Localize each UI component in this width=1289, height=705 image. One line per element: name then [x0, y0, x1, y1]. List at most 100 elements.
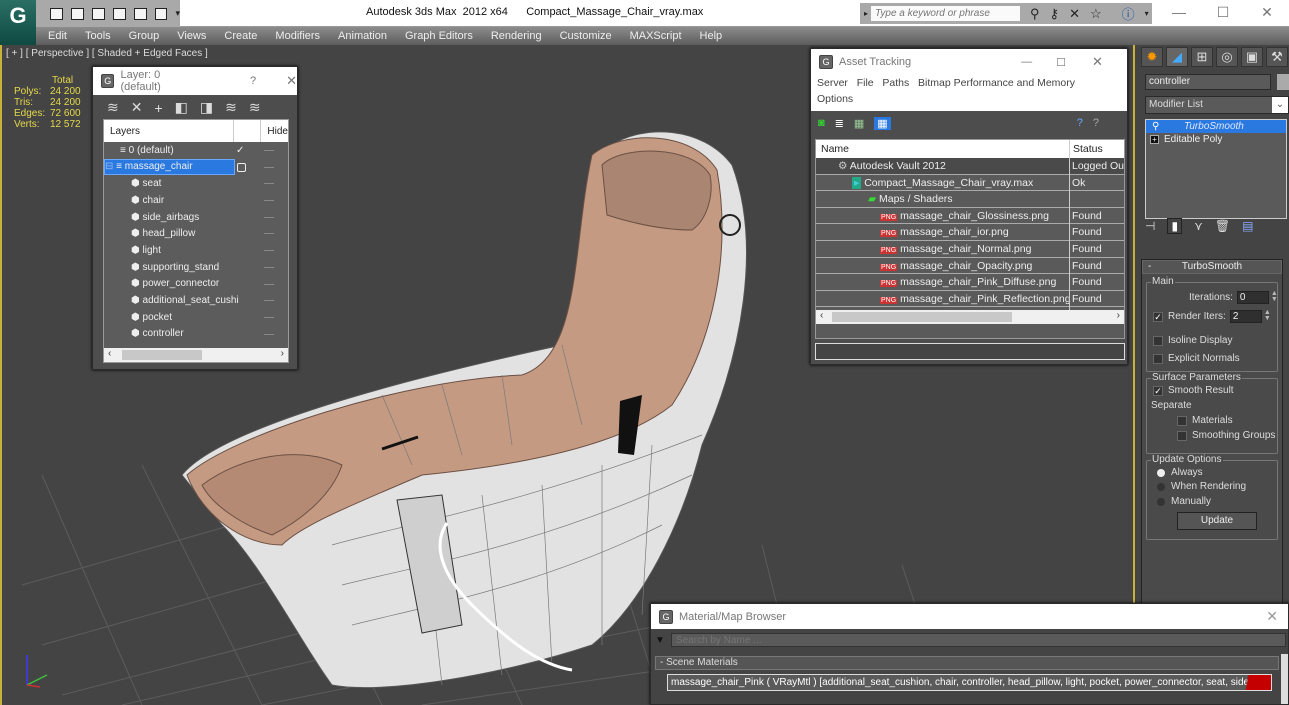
create-layer-icon[interactable]: ≋: [107, 99, 119, 116]
scroll-thumb[interactable]: [832, 312, 1012, 322]
explicit-normals-checkbox[interactable]: [1153, 353, 1163, 364]
material-item[interactable]: massage_chair_Pink ( VRayMtl ) [addition…: [667, 674, 1272, 691]
help-button[interactable]: ?: [250, 75, 256, 87]
render-iters-spinner[interactable]: 2: [1229, 310, 1262, 323]
menu-tools[interactable]: Tools: [85, 30, 111, 42]
redo-icon[interactable]: [154, 7, 168, 20]
asset-row[interactable]: PNG massage_chair_Pink_Reflection.png Fou…: [816, 291, 1124, 308]
render-iters-checkbox[interactable]: ✓: [1153, 311, 1163, 322]
configure-modifier-sets-icon[interactable]: ▤: [1242, 219, 1253, 233]
isoline-display-checkbox[interactable]: [1153, 335, 1163, 346]
menu-modifiers[interactable]: Modifiers: [275, 30, 320, 42]
menu-views[interactable]: Views: [177, 30, 206, 42]
asset-row[interactable]: ▸ Compact_Massage_Chair_vray.max Ok: [816, 175, 1124, 192]
layer-row[interactable]: ⬢ light: [104, 242, 288, 259]
hide-toggle[interactable]: [264, 283, 274, 285]
update-always-option[interactable]: Always: [1157, 467, 1203, 478]
asset-row[interactable]: PNG massage_chair_ior.png Found: [816, 224, 1124, 241]
close-button[interactable]: ✕: [1245, 0, 1289, 27]
menu-server[interactable]: Server: [817, 77, 848, 89]
rollout-header[interactable]: - TurboSmooth: [1142, 260, 1282, 274]
freeze-all-icon[interactable]: ≋: [249, 99, 261, 116]
radio-button[interactable]: [1157, 468, 1165, 477]
spinner-arrows-icon[interactable]: ▲ ▼: [1264, 309, 1272, 323]
highlight-layer-icon[interactable]: ◨: [200, 99, 213, 116]
motion-tab-icon[interactable]: ◎: [1216, 47, 1238, 67]
layer-row[interactable]: ⬢ supporting_stand: [104, 259, 288, 276]
light-bulb-icon[interactable]: ⚲: [1152, 120, 1159, 133]
menu-help[interactable]: Help: [700, 30, 723, 42]
minimize-button[interactable]: —: [1157, 0, 1201, 27]
hide-all-icon[interactable]: ≋: [225, 99, 237, 116]
materials-checkbox[interactable]: [1177, 415, 1187, 426]
asset-row[interactable]: PNG massage_chair_Opacity.png Found: [816, 258, 1124, 275]
update-manually-option[interactable]: Manually: [1157, 496, 1211, 507]
help-icon[interactable]: ?: [1093, 117, 1099, 129]
scroll-left-icon[interactable]: ‹: [820, 310, 823, 321]
hierarchy-tab-icon[interactable]: ⊞: [1191, 47, 1213, 67]
show-end-result-icon[interactable]: ▮: [1167, 218, 1183, 234]
scroll-left-icon[interactable]: ‹: [108, 348, 111, 359]
collapse-icon[interactable]: -: [1148, 261, 1151, 273]
table-view-icon[interactable]: ▦: [874, 116, 891, 130]
asset-row[interactable]: ⚙ Autodesk Vault 2012 Logged Ou: [816, 158, 1124, 175]
menu-create[interactable]: Create: [224, 30, 257, 42]
layer-row[interactable]: ⬢ pocket: [104, 309, 288, 326]
hide-toggle[interactable]: [264, 250, 274, 252]
radio-button[interactable]: [1157, 482, 1165, 491]
expand-arrow-icon[interactable]: ▸: [864, 6, 868, 24]
layer-row[interactable]: ⬢ power_connector: [104, 276, 288, 293]
save-file-icon[interactable]: [70, 7, 84, 20]
scroll-right-icon[interactable]: ›: [1117, 310, 1120, 321]
column-status[interactable]: Status: [1073, 143, 1103, 155]
refresh-icon[interactable]: ◙: [818, 117, 825, 129]
open-file-icon[interactable]: [50, 7, 63, 20]
customize-dropdown-icon[interactable]: ▾: [175, 8, 180, 19]
stack-item-editable-poly[interactable]: + Editable Poly: [1146, 133, 1286, 146]
stack-item-turbosmooth[interactable]: ⚲ TurboSmooth: [1146, 120, 1286, 133]
update-when-rendering-option[interactable]: When Rendering: [1157, 481, 1246, 492]
utilities-tab-icon[interactable]: ⚒: [1266, 47, 1288, 67]
menu-file[interactable]: File: [857, 77, 874, 89]
layer-dialog-titlebar[interactable]: G Layer: 0 (default) ? ✕: [93, 67, 297, 95]
close-icon[interactable]: ✕: [286, 73, 297, 89]
smoothing-groups-checkbox[interactable]: [1177, 430, 1187, 441]
vertical-scrollbar[interactable]: [1281, 654, 1288, 704]
scroll-thumb[interactable]: [122, 350, 202, 360]
vault-help-icon[interactable]: ?: [1077, 117, 1083, 129]
radio-button[interactable]: [1157, 497, 1165, 506]
close-icon[interactable]: ✕: [1092, 54, 1103, 70]
options-dropdown-icon[interactable]: ▼: [655, 635, 665, 646]
layer-row[interactable]: ⬢ head_pillow: [104, 225, 288, 242]
current-layer-checkmark-icon[interactable]: ✓: [236, 145, 244, 156]
close-icon[interactable]: ✕: [1266, 608, 1278, 625]
layer-row[interactable]: ⊟ ≡ massage_chair: [104, 159, 288, 176]
favorites-star-icon[interactable]: ☆: [1090, 6, 1102, 22]
menu-options[interactable]: Options: [817, 93, 853, 105]
new-scene-icon[interactable]: [91, 7, 105, 20]
modify-tab-icon[interactable]: ◢: [1166, 47, 1188, 67]
horizontal-scrollbar[interactable]: ‹ ›: [104, 348, 288, 362]
layer-row[interactable]: ⬢ additional_seat_cushi: [104, 292, 288, 309]
set-current-checkbox[interactable]: [237, 162, 246, 172]
hide-toggle[interactable]: [264, 166, 274, 168]
hide-toggle[interactable]: [264, 233, 274, 235]
spinner-arrows-icon[interactable]: ▲ ▼: [1271, 290, 1279, 304]
app-menu-button[interactable]: G: [0, 0, 36, 45]
layer-row[interactable]: ≡ 0 (default) ✓: [104, 142, 288, 159]
material-search-input[interactable]: [670, 633, 1286, 647]
hide-toggle[interactable]: [264, 300, 274, 302]
hide-toggle[interactable]: [264, 183, 274, 185]
scroll-right-icon[interactable]: ›: [281, 348, 284, 359]
minimize-button[interactable]: —: [1021, 56, 1032, 68]
create-tab-icon[interactable]: ✹: [1141, 47, 1163, 67]
display-tab-icon[interactable]: ▣: [1241, 47, 1263, 67]
column-hide[interactable]: Hide: [267, 126, 288, 137]
chevron-down-icon[interactable]: ⌄: [1272, 97, 1288, 113]
remove-modifier-icon[interactable]: 🗑: [1215, 219, 1230, 233]
menu-paths[interactable]: Paths: [882, 77, 909, 89]
layer-row[interactable]: ⬢ controller: [104, 326, 288, 343]
asset-dialog-titlebar[interactable]: G Asset Tracking — ☐ ✕: [811, 49, 1127, 75]
menu-group[interactable]: Group: [129, 30, 160, 42]
object-name-field[interactable]: controller: [1145, 74, 1271, 90]
